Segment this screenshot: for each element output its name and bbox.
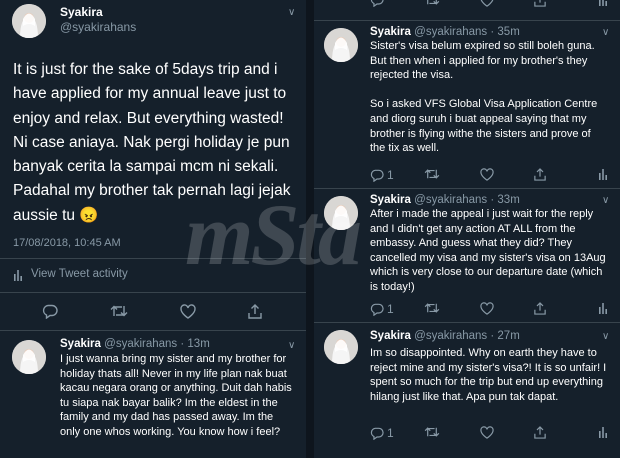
left-thread-panel: Syakira @syakirahans ∨ It is just for th…: [0, 0, 306, 458]
analytics-button[interactable]: [598, 426, 608, 438]
retweet-button[interactable]: [424, 168, 440, 180]
retweet-button[interactable]: [424, 302, 440, 314]
tweet-time[interactable]: · 13m: [180, 338, 209, 350]
like-icon: [480, 302, 494, 315]
reply-button[interactable]: 1: [370, 302, 394, 316]
share-button[interactable]: [534, 168, 546, 181]
share-icon: [534, 0, 546, 7]
retweet-icon: [424, 427, 440, 437]
analytics-icon: [599, 169, 607, 180]
tweet-timestamp[interactable]: 17/08/2018, 10:45 AM: [13, 237, 121, 249]
tweet-actions: 1: [314, 168, 620, 186]
tweet-actions: 1: [314, 302, 620, 320]
analytics-icon: [599, 303, 607, 314]
share-button[interactable]: [534, 426, 546, 439]
analytics-icon: [599, 427, 607, 438]
reply-tweet-text: I just wanna bring my sister and my brot…: [60, 353, 295, 438]
reply-count: 1: [387, 302, 394, 316]
avatar[interactable]: [12, 4, 46, 38]
user-name[interactable]: Syakira: [370, 330, 411, 342]
divider: [0, 330, 306, 331]
analytics-icon: [599, 0, 607, 6]
reply-button[interactable]: [42, 304, 58, 319]
user-handle[interactable]: @syakirahans: [104, 338, 177, 350]
reply-button[interactable]: 1: [370, 426, 394, 440]
share-icon: [534, 426, 546, 439]
reply-icon: [370, 169, 384, 182]
chevron-down-icon[interactable]: ∨: [602, 27, 609, 38]
tweet-text: Sister's visa belum expired so still bol…: [370, 40, 598, 155]
like-button[interactable]: [480, 426, 494, 439]
reply-button[interactable]: [370, 0, 384, 7]
user-name[interactable]: Syakira: [370, 26, 411, 38]
like-icon: [180, 304, 196, 319]
retweet-icon: [427, 0, 440, 5]
tweet-time[interactable]: · 35m: [490, 26, 519, 38]
divider: [0, 258, 306, 259]
like-button[interactable]: [480, 0, 494, 7]
reply-icon: [370, 427, 384, 440]
tweet-time[interactable]: · 27m: [490, 330, 519, 342]
chevron-down-icon[interactable]: ∨: [602, 195, 609, 206]
avatar[interactable]: [324, 330, 358, 364]
analytics-button[interactable]: [598, 0, 608, 6]
retweet-button[interactable]: [424, 426, 440, 438]
main-tweet-text: It is just for the sake of 5days trip an…: [13, 61, 295, 224]
avatar[interactable]: [324, 196, 358, 230]
user-name[interactable]: Syakira: [370, 194, 411, 206]
user-handle[interactable]: @syakirahans: [414, 194, 487, 206]
like-button[interactable]: [480, 168, 494, 181]
retweet-icon: [424, 303, 440, 313]
retweet-button[interactable]: [424, 0, 440, 6]
reply-icon: [42, 304, 58, 319]
user-name[interactable]: Syakira: [60, 338, 101, 350]
reply-button[interactable]: 1: [370, 168, 394, 182]
main-tweet-actions: [0, 304, 306, 322]
chevron-down-icon[interactable]: ∨: [602, 331, 609, 342]
tweet[interactable]: Syakira @syakirahans · 33m ∨ After i mad…: [314, 188, 620, 320]
share-icon: [248, 304, 262, 319]
like-icon: [480, 426, 494, 439]
user-handle[interactable]: @syakirahans: [60, 20, 136, 34]
share-button[interactable]: [248, 304, 262, 319]
analytics-button[interactable]: [598, 302, 608, 314]
retweet-icon: [424, 169, 440, 179]
avatar[interactable]: [12, 340, 46, 374]
view-tweet-activity-label: View Tweet activity: [31, 268, 128, 280]
chevron-down-icon[interactable]: ∨: [288, 7, 295, 18]
analytics-button[interactable]: [598, 168, 608, 180]
tweet[interactable]: Syakira @syakirahans · 35m ∨ Sister's vi…: [314, 20, 620, 186]
user-handle[interactable]: @syakirahans: [414, 26, 487, 38]
tweet-actions: 1: [314, 426, 620, 444]
tweet-time[interactable]: · 33m: [490, 194, 519, 206]
tweet-text: Im so disappointed. Why on earth they ha…: [370, 347, 610, 403]
reply-icon: [370, 0, 384, 7]
like-button[interactable]: [180, 304, 196, 319]
share-button[interactable]: [534, 302, 546, 315]
share-button[interactable]: [534, 0, 546, 7]
right-thread-panel: Syakira @syakirahans · 35m ∨ Sister's vi…: [314, 0, 620, 458]
top-tweet-actions: [314, 0, 620, 12]
user-name[interactable]: Syakira: [60, 5, 103, 19]
avatar[interactable]: [324, 28, 358, 62]
like-icon: [480, 168, 494, 181]
reply-icon: [370, 303, 384, 316]
chevron-down-icon[interactable]: ∨: [288, 340, 295, 351]
like-button[interactable]: [480, 302, 494, 315]
retweet-icon: [110, 305, 128, 317]
like-icon: [480, 0, 494, 7]
divider: [0, 292, 306, 293]
analytics-icon: [14, 270, 22, 281]
column-divider: [306, 0, 314, 458]
reply-count: 1: [387, 426, 394, 440]
tweet[interactable]: Syakira @syakirahans · 27m ∨ Im so disap…: [314, 322, 620, 458]
retweet-button[interactable]: [110, 304, 128, 318]
share-icon: [534, 302, 546, 315]
reply-count: 1: [387, 168, 394, 182]
tweet-text: After i made the appeal i just wait for …: [370, 208, 609, 293]
user-handle[interactable]: @syakirahans: [414, 330, 487, 342]
share-icon: [534, 168, 546, 181]
